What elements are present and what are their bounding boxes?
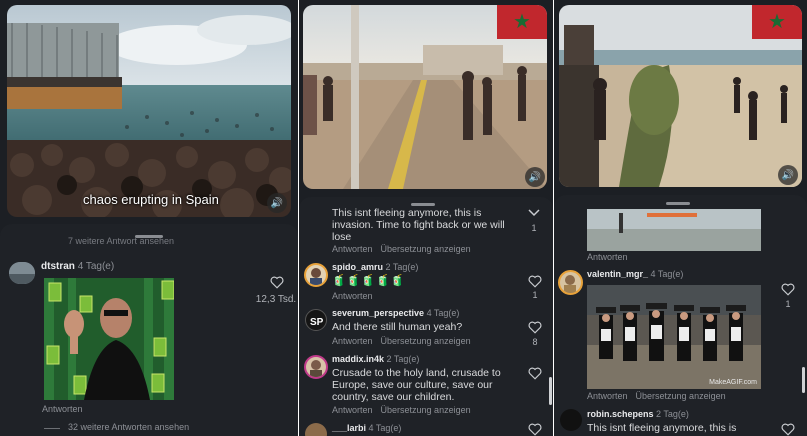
comment-username[interactable]: maddix.in4k 2 Tag(e) — [332, 354, 419, 364]
comment-sheet: 7 weitere Antwort ansehen dtstran 4 Tag(… — [0, 224, 298, 436]
avatar[interactable] — [305, 423, 327, 436]
comments-panel-right: ★ 🔊 Antworten valentin_mgr_ 4 Tag(e) 1 M… — [554, 0, 807, 436]
svg-text:SP: SP — [310, 317, 324, 328]
comment-sheet: This isnt fleeing anymore, this is invas… — [299, 197, 553, 436]
like-heart-icon[interactable] — [528, 275, 542, 288]
like-heart-icon[interactable] — [528, 367, 542, 380]
gif-watermark: MakeAGIF.com — [709, 379, 757, 386]
reply-row: Antworten Übersetzung anzeigen — [587, 391, 734, 401]
reply-button[interactable]: Antworten — [332, 244, 373, 254]
chevron-down-icon[interactable] — [528, 209, 540, 217]
emoji-comment: 🧃🧃🧃🧃🧃 — [332, 275, 406, 287]
comments-panel-left: chaos erupting in Spain 🔊 7 weitere Antw… — [0, 0, 298, 436]
divider-line — [44, 428, 60, 429]
translate-button[interactable]: Übersetzung anzeigen — [381, 405, 471, 415]
reply-button[interactable]: Antworten — [42, 404, 83, 414]
comment-username[interactable]: ___larbi 4 Tag(e) — [332, 423, 401, 433]
scrollbar[interactable] — [802, 367, 805, 393]
avatar[interactable] — [560, 409, 582, 431]
like-count: 8 — [532, 337, 538, 347]
reply-row: Antworten Übersetzung anzeigen — [332, 336, 479, 346]
comment-username[interactable]: severum_perspective 4 Tag(e) — [332, 308, 459, 318]
translate-button[interactable]: Übersetzung anzeigen — [381, 244, 471, 254]
avatar[interactable] — [304, 263, 328, 287]
comment-username[interactable]: valentin_mgr_ 4 Tag(e) — [587, 269, 683, 279]
comment-username[interactable]: spido_amru 2 Tag(e) — [332, 262, 418, 272]
video-player[interactable]: ★ 🔊 — [559, 5, 802, 187]
reply-row: Antworten Übersetzung anzeigen — [332, 405, 479, 415]
avatar[interactable] — [9, 262, 35, 284]
avatar[interactable]: SP — [305, 309, 327, 331]
comment-text: invasion. Time to fight back or we will — [332, 219, 505, 231]
reply-button[interactable]: Antworten — [587, 252, 628, 262]
morocco-flag-icon: ★ — [497, 5, 547, 39]
like-count: 1 — [531, 223, 537, 233]
comment-sheet: Antworten valentin_mgr_ 4 Tag(e) 1 MakeA… — [554, 195, 807, 436]
morocco-flag-icon: ★ — [752, 5, 802, 39]
speaker-icon[interactable]: 🔊 — [267, 193, 287, 213]
reply-button[interactable]: Antworten — [587, 391, 628, 401]
comment-text: This isnt fleeing anymore, this is — [332, 207, 482, 219]
sheet-drag-handle[interactable] — [411, 203, 435, 206]
gif-image — [44, 278, 174, 400]
speaker-icon[interactable]: 🔊 — [525, 167, 545, 187]
translate-button[interactable]: Übersetzung anzeigen — [381, 336, 471, 346]
avatar[interactable] — [558, 270, 583, 295]
sheet-drag-handle[interactable] — [666, 202, 690, 205]
translate-button[interactable]: Übersetzung anzeigen — [636, 391, 726, 401]
like-count: 12,3 Tsd. — [255, 294, 297, 305]
comment-text: Europe, save our culture, save our — [332, 379, 493, 391]
more-replies-link[interactable]: 32 weitere Antworten ansehen — [68, 422, 189, 432]
comment-text: This isnt fleeing anymore, this is — [587, 422, 737, 434]
comment-username[interactable]: dtstran 4 Tag(e) — [41, 261, 114, 272]
scrollbar[interactable] — [549, 377, 552, 405]
video-player[interactable]: chaos erupting in Spain 🔊 — [7, 5, 291, 217]
video-caption: chaos erupting in Spain — [83, 192, 219, 207]
reply-button[interactable]: Antworten — [332, 291, 373, 301]
comment-text: And there still human yeah? — [332, 321, 463, 333]
reply-button[interactable]: Antworten — [332, 336, 373, 346]
like-heart-icon[interactable] — [781, 283, 795, 296]
like-heart-icon[interactable] — [528, 321, 542, 334]
gif-image — [587, 209, 761, 251]
reply-button[interactable]: Antworten — [332, 405, 373, 415]
comment-text: Crusade to the holy land, crusade to — [332, 367, 501, 379]
speaker-icon[interactable]: 🔊 — [778, 165, 798, 185]
like-heart-icon[interactable] — [528, 423, 542, 436]
like-count: 1 — [785, 299, 791, 309]
gif-image: MakeAGIF.com — [587, 285, 761, 389]
like-heart-icon[interactable] — [270, 276, 284, 289]
reply-row: Antworten Übersetzung anzeigen — [332, 244, 479, 254]
like-heart-icon[interactable] — [781, 423, 795, 436]
comment-text: lose — [332, 231, 352, 243]
screenshot-collage: chaos erupting in Spain 🔊 7 weitere Antw… — [0, 0, 807, 436]
comment-text: country, save our children. — [332, 391, 455, 403]
comment-username[interactable]: robin.schepens 2 Tag(e) — [587, 409, 689, 419]
comments-panel-middle: ★ 🔊 This isnt fleeing anymore, this is i… — [299, 0, 553, 436]
video-frame-beach-crowd — [7, 5, 291, 217]
like-count: 1 — [532, 290, 538, 300]
more-replies-top-link[interactable]: 7 weitere Antwort ansehen — [68, 236, 174, 246]
video-player[interactable]: ★ 🔊 — [303, 5, 547, 189]
avatar[interactable] — [304, 355, 328, 379]
